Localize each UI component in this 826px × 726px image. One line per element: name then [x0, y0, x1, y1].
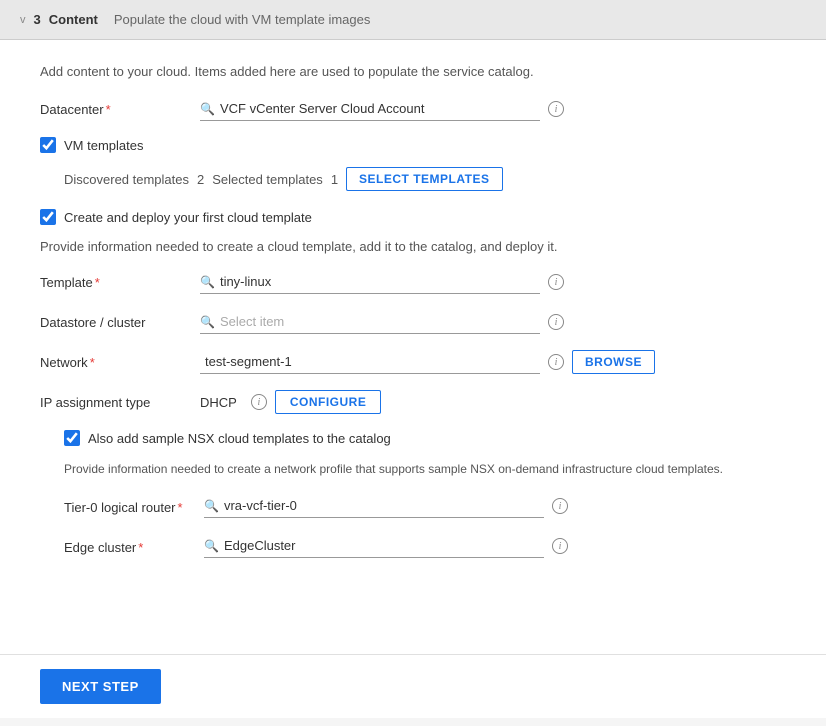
template-search-icon: 🔍 — [200, 275, 215, 289]
network-input-wrap[interactable] — [200, 350, 540, 374]
ip-assignment-info-icon[interactable]: i — [251, 394, 267, 410]
content-area: Add content to your cloud. Items added h… — [0, 40, 826, 654]
ip-assignment-configure-button[interactable]: CONFIGURE — [275, 390, 382, 414]
ip-assignment-content: DHCP i CONFIGURE — [200, 390, 786, 414]
edge-cluster-search-icon: 🔍 — [204, 539, 219, 553]
edge-cluster-info-icon[interactable]: i — [552, 538, 568, 554]
network-content: i BROWSE — [200, 350, 786, 374]
discovered-label: Discovered templates — [64, 172, 189, 187]
deploy-section-desc: Provide information needed to create a c… — [40, 239, 786, 254]
tier0-row: Tier-0 logical router* 🔍 i — [64, 494, 786, 518]
step-number: 3 — [34, 12, 41, 27]
tier0-info-icon[interactable]: i — [552, 498, 568, 514]
datastore-search-icon: 🔍 — [200, 315, 215, 329]
vm-templates-checkbox-row: VM templates — [40, 137, 786, 153]
datacenter-row: Datacenter* 🔍 i — [40, 97, 786, 121]
deploy-template-checkbox[interactable] — [40, 209, 56, 225]
nsx-checkbox-label[interactable]: Also add sample NSX cloud templates to t… — [88, 431, 391, 446]
datacenter-content: 🔍 i — [200, 97, 786, 121]
nsx-desc: Provide information needed to create a n… — [64, 460, 786, 478]
network-row: Network* i BROWSE — [40, 350, 786, 374]
step-chevron: v — [20, 14, 26, 26]
nsx-checkbox[interactable] — [64, 430, 80, 446]
discovered-count: 2 — [197, 172, 204, 187]
datastore-info-icon[interactable]: i — [548, 314, 564, 330]
tier0-search-icon: 🔍 — [204, 499, 219, 513]
tier0-label: Tier-0 logical router* — [64, 494, 204, 517]
selected-label: Selected templates — [212, 172, 323, 187]
tier0-input-wrap[interactable]: 🔍 — [204, 494, 544, 518]
deploy-template-label[interactable]: Create and deploy your first cloud templ… — [64, 210, 312, 225]
edge-cluster-content: 🔍 i — [204, 534, 786, 558]
template-input-wrap[interactable]: 🔍 — [200, 270, 540, 294]
datacenter-input-wrap[interactable]: 🔍 — [200, 97, 540, 121]
datacenter-info-icon[interactable]: i — [548, 101, 564, 117]
datacenter-input[interactable] — [220, 101, 540, 116]
step-description: Populate the cloud with VM template imag… — [114, 12, 371, 27]
template-input[interactable] — [220, 274, 540, 289]
selected-count: 1 — [331, 172, 338, 187]
tier0-content: 🔍 i — [204, 494, 786, 518]
datacenter-search-icon: 🔍 — [200, 102, 215, 116]
network-label: Network* — [40, 350, 200, 370]
datastore-content: 🔍 i — [200, 310, 786, 334]
edge-cluster-input[interactable] — [224, 538, 544, 553]
intro-text: Add content to your cloud. Items added h… — [40, 64, 786, 79]
templates-info-row: Discovered templates 2 Selected template… — [64, 167, 786, 191]
datastore-input[interactable] — [220, 314, 540, 329]
datastore-label: Datastore / cluster — [40, 310, 200, 330]
network-browse-button[interactable]: BROWSE — [572, 350, 655, 374]
next-step-button[interactable]: NEXT STEP — [40, 669, 161, 704]
tier0-input[interactable] — [224, 498, 544, 513]
template-row: Template* 🔍 i — [40, 270, 786, 294]
template-content: 🔍 i — [200, 270, 786, 294]
network-input[interactable] — [205, 354, 540, 369]
ip-assignment-row: IP assignment type DHCP i CONFIGURE — [40, 390, 786, 414]
datastore-row: Datastore / cluster 🔍 i — [40, 310, 786, 334]
edge-cluster-label: Edge cluster* — [64, 534, 204, 557]
template-label: Template* — [40, 270, 200, 290]
edge-cluster-row: Edge cluster* 🔍 i — [64, 534, 786, 558]
datastore-input-wrap[interactable]: 🔍 — [200, 310, 540, 334]
vm-templates-checkbox[interactable] — [40, 137, 56, 153]
step-title: Content — [49, 12, 98, 27]
nsx-checkbox-row: Also add sample NSX cloud templates to t… — [64, 430, 786, 446]
ip-assignment-value: DHCP — [200, 395, 237, 410]
network-info-icon[interactable]: i — [548, 354, 564, 370]
deploy-template-checkbox-row: Create and deploy your first cloud templ… — [40, 209, 786, 225]
top-bar: v 3 Content Populate the cloud with VM t… — [0, 0, 826, 40]
footer-bar: NEXT STEP — [0, 654, 826, 718]
ip-assignment-label: IP assignment type — [40, 390, 200, 410]
template-info-icon[interactable]: i — [548, 274, 564, 290]
datacenter-label: Datacenter* — [40, 97, 200, 117]
edge-cluster-input-wrap[interactable]: 🔍 — [204, 534, 544, 558]
select-templates-button[interactable]: SELECT TEMPLATES — [346, 167, 502, 191]
nsx-section: Also add sample NSX cloud templates to t… — [64, 430, 786, 558]
vm-templates-label[interactable]: VM templates — [64, 138, 143, 153]
